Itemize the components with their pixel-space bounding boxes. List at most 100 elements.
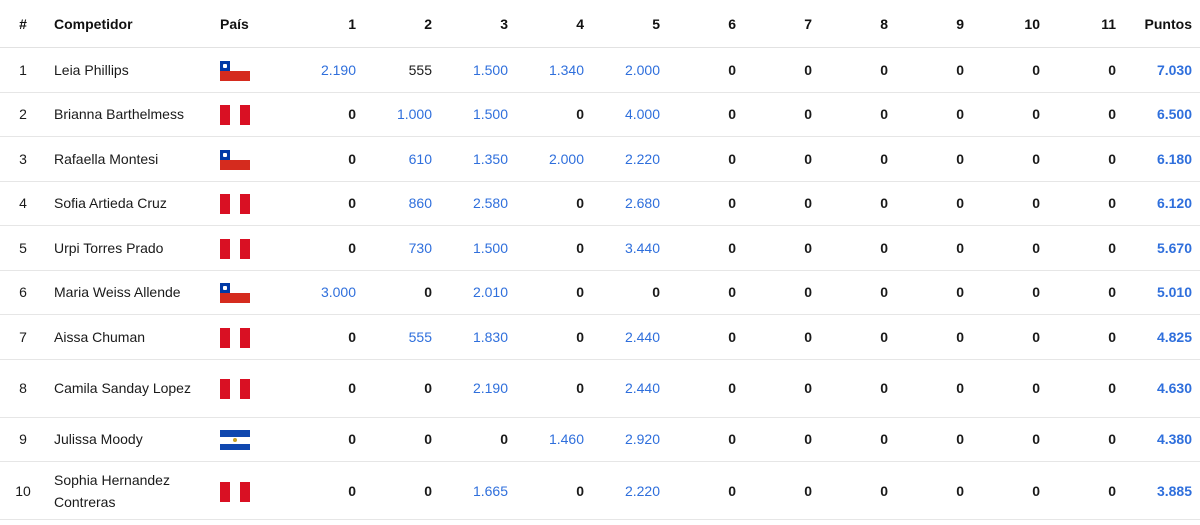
score-cell-event-2[interactable]: 610 — [364, 136, 440, 182]
total-points[interactable]: 6.500 — [1124, 92, 1200, 137]
chile-flag-icon — [220, 149, 250, 170]
header-competitor[interactable]: Competidor — [46, 0, 212, 48]
score-cell-event-10: 0 — [972, 270, 1048, 315]
header-event-7[interactable]: 7 — [744, 0, 820, 48]
competitor-name[interactable]: Julissa Moody — [46, 417, 212, 462]
score-cell-event-5[interactable]: 4.000 — [592, 92, 668, 137]
total-points[interactable]: 5.670 — [1124, 225, 1200, 271]
score-link[interactable]: 2.220 — [625, 483, 660, 499]
competitor-name[interactable]: Rafaella Montesi — [46, 136, 212, 182]
score-cell-event-5[interactable]: 2.000 — [592, 47, 668, 93]
score-cell-event-5[interactable]: 2.680 — [592, 181, 668, 226]
score-link[interactable]: 610 — [409, 151, 432, 167]
header-points[interactable]: Puntos — [1124, 0, 1200, 48]
header-event-10[interactable]: 10 — [972, 0, 1048, 48]
score-cell-event-5[interactable]: 2.440 — [592, 359, 668, 418]
score-cell-event-3[interactable]: 1.665 — [440, 461, 516, 520]
score-link[interactable]: 2.920 — [625, 431, 660, 447]
score-link[interactable]: 1.350 — [473, 151, 508, 167]
score-link[interactable]: 1.665 — [473, 483, 508, 499]
score-cell-event-5[interactable]: 2.220 — [592, 136, 668, 182]
score-cell-event-4[interactable]: 1.460 — [516, 417, 592, 462]
score-link[interactable]: 1.500 — [473, 62, 508, 78]
score-cell-event-1[interactable]: 2.190 — [288, 47, 364, 93]
score-cell-event-4[interactable]: 2.000 — [516, 136, 592, 182]
score-link[interactable]: 3.000 — [321, 284, 356, 300]
score-value: 0 — [880, 431, 888, 448]
total-points[interactable]: 4.630 — [1124, 359, 1200, 418]
total-points[interactable]: 4.380 — [1124, 417, 1200, 462]
header-event-3[interactable]: 3 — [440, 0, 516, 48]
score-cell-event-2[interactable]: 555 — [364, 314, 440, 360]
competitor-name[interactable]: Sofia Artieda Cruz — [46, 181, 212, 226]
score-link[interactable]: 2.220 — [625, 151, 660, 167]
score-cell-event-5[interactable]: 3.440 — [592, 225, 668, 271]
score-link[interactable]: 3.440 — [625, 240, 660, 256]
score-link[interactable]: 2.010 — [473, 284, 508, 300]
score-cell-event-4[interactable]: 1.340 — [516, 47, 592, 93]
score-cell-event-2[interactable]: 730 — [364, 225, 440, 271]
competitor-name[interactable]: Maria Weiss Allende — [46, 270, 212, 315]
competitor-name[interactable]: Brianna Barthelmess — [46, 92, 212, 137]
score-value: 0 — [1032, 431, 1040, 448]
score-link[interactable]: 2.000 — [549, 151, 584, 167]
score-cell-event-11: 0 — [1048, 359, 1124, 418]
header-event-5[interactable]: 5 — [592, 0, 668, 48]
header-country[interactable]: País — [212, 0, 288, 48]
competitor-name[interactable]: Aissa Chuman — [46, 314, 212, 360]
score-cell-event-3[interactable]: 1.500 — [440, 92, 516, 137]
score-cell-event-5[interactable]: 2.920 — [592, 417, 668, 462]
total-points[interactable]: 3.885 — [1124, 461, 1200, 520]
total-points[interactable]: 4.825 — [1124, 314, 1200, 360]
score-link[interactable]: 1.000 — [397, 106, 432, 122]
score-link[interactable]: 860 — [409, 195, 432, 211]
score-link[interactable]: 2.580 — [473, 195, 508, 211]
score-link[interactable]: 1.460 — [549, 431, 584, 447]
score-link[interactable]: 2.000 — [625, 62, 660, 78]
table-row: 2 Brianna Barthelmess 0 1.000 1.500 0 4.000 0 0 0… — [0, 92, 1200, 137]
score-cell-event-3[interactable]: 1.500 — [440, 225, 516, 271]
total-points[interactable]: 6.180 — [1124, 136, 1200, 182]
score-link[interactable]: 4.000 — [625, 106, 660, 122]
competitor-name[interactable]: Urpi Torres Prado — [46, 225, 212, 271]
score-cell-event-5[interactable]: 2.220 — [592, 461, 668, 520]
score-cell-event-3[interactable]: 2.190 — [440, 359, 516, 418]
header-event-6[interactable]: 6 — [668, 0, 744, 48]
score-link[interactable]: 2.440 — [625, 380, 660, 396]
header-event-9[interactable]: 9 — [896, 0, 972, 48]
score-link[interactable]: 2.680 — [625, 195, 660, 211]
total-points[interactable]: 6.120 — [1124, 181, 1200, 226]
score-cell-event-1[interactable]: 3.000 — [288, 270, 364, 315]
total-points[interactable]: 7.030 — [1124, 47, 1200, 93]
score-cell-event-3[interactable]: 1.500 — [440, 47, 516, 93]
score-cell-event-3[interactable]: 2.580 — [440, 181, 516, 226]
header-event-2[interactable]: 2 — [364, 0, 440, 48]
header-event-11[interactable]: 11 — [1048, 0, 1124, 48]
total-points[interactable]: 5.010 — [1124, 270, 1200, 315]
score-cell-event-3[interactable]: 2.010 — [440, 270, 516, 315]
score-link[interactable]: 1.500 — [473, 106, 508, 122]
score-link[interactable]: 1.340 — [549, 62, 584, 78]
score-cell-event-2[interactable]: 860 — [364, 181, 440, 226]
header-event-8[interactable]: 8 — [820, 0, 896, 48]
score-cell-event-2[interactable]: 1.000 — [364, 92, 440, 137]
score-link[interactable]: 1.500 — [473, 240, 508, 256]
score-cell-event-3[interactable]: 1.830 — [440, 314, 516, 360]
score-cell-event-9: 0 — [896, 359, 972, 418]
competitor-name[interactable]: Sophia Hernandez Contreras — [46, 461, 212, 520]
score-cell-event-6: 0 — [668, 136, 744, 182]
rank-cell: 3 — [0, 136, 46, 182]
score-link[interactable]: 730 — [409, 240, 432, 256]
header-event-4[interactable]: 4 — [516, 0, 592, 48]
score-value: 0 — [804, 284, 812, 301]
score-cell-event-5[interactable]: 2.440 — [592, 314, 668, 360]
score-link[interactable]: 2.190 — [321, 62, 356, 78]
competitor-name[interactable]: Camila Sanday Lopez — [46, 359, 212, 418]
score-link[interactable]: 1.830 — [473, 329, 508, 345]
score-link[interactable]: 2.190 — [473, 380, 508, 396]
header-event-1[interactable]: 1 — [288, 0, 364, 48]
score-link[interactable]: 2.440 — [625, 329, 660, 345]
competitor-name[interactable]: Leia Phillips — [46, 47, 212, 93]
score-cell-event-3[interactable]: 1.350 — [440, 136, 516, 182]
score-link[interactable]: 555 — [409, 329, 432, 345]
